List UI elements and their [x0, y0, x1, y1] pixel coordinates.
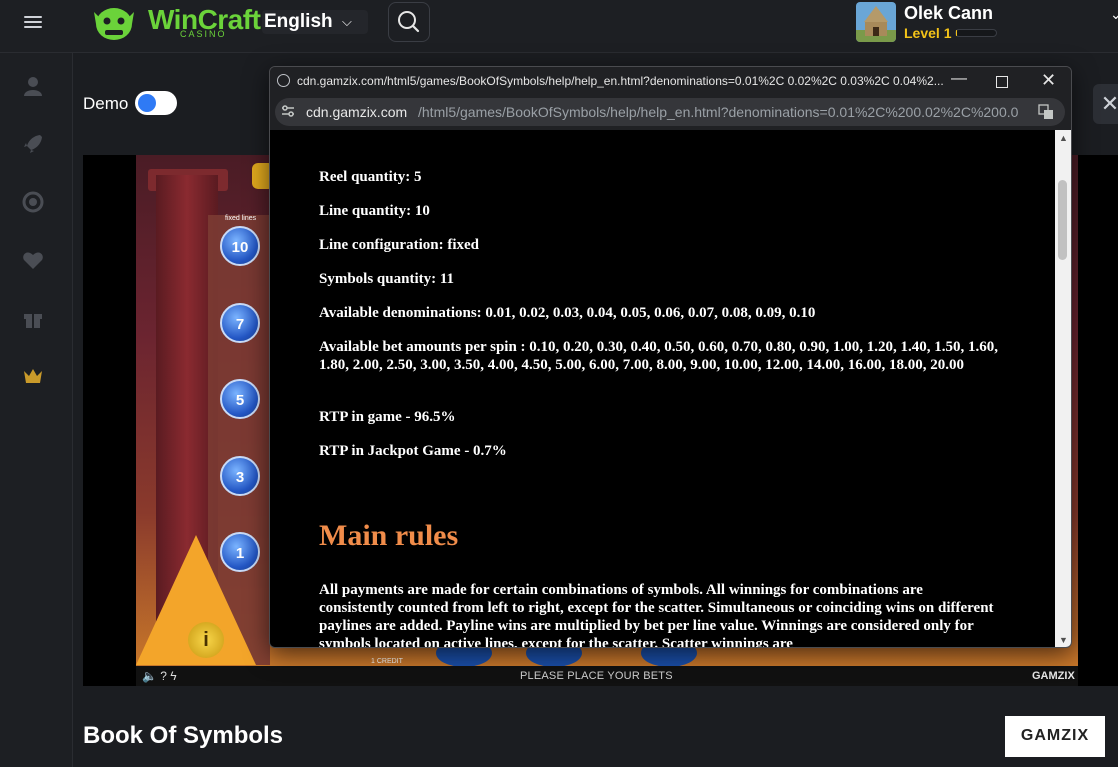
- available-denominations: Available denominations: 0.01, 0.02, 0.0…: [319, 305, 816, 321]
- help-popup-window: cdn.gamzix.com/html5/games/BookOfSymbols…: [269, 66, 1072, 648]
- close-game-button[interactable]: ✕: [1093, 84, 1118, 124]
- globe-icon: [277, 74, 290, 87]
- temple-avatar-icon: [856, 2, 896, 42]
- demo-label: Demo: [83, 94, 129, 113]
- credit-label: 1 CREDIT: [371, 658, 403, 665]
- minimize-button[interactable]: —: [951, 70, 967, 88]
- line-quantity: Line quantity: 10: [319, 203, 430, 219]
- level-progress-fill: [956, 30, 957, 36]
- provider-name: GAMZIX: [1020, 727, 1090, 744]
- globe-icon[interactable]: [22, 191, 44, 213]
- goblin-mascot-icon: [94, 8, 134, 40]
- reel-quantity: Reel quantity: 5: [319, 169, 422, 185]
- rocket-icon[interactable]: [22, 133, 44, 155]
- gift-icon[interactable]: [22, 307, 44, 329]
- address-bar[interactable]: cdn.gamzix.com /html5/games/BookOfSymbol…: [275, 98, 1065, 126]
- user-name[interactable]: Olek Cann: [904, 3, 993, 24]
- line-badge: 7: [220, 303, 260, 343]
- demo-toggle[interactable]: [135, 91, 177, 115]
- main-rules-text: All payments are made for certain combin…: [319, 582, 994, 647]
- game-status-bar: 🔈 ? ϟ PLEASE PLACE YOUR BETS GAMZIX: [136, 666, 1078, 686]
- site-settings-icon[interactable]: [281, 104, 295, 118]
- available-bet-amounts: Available bet amounts per spin : 0.10, 0…: [319, 339, 999, 373]
- user-level: Level 1: [904, 25, 952, 41]
- crown-icon[interactable]: [22, 365, 44, 387]
- sidebar: [0, 53, 73, 767]
- window-close-button[interactable]: ✕: [1041, 70, 1056, 91]
- search-icon: [398, 11, 420, 33]
- menu-icon[interactable]: [24, 13, 42, 31]
- status-brand: GAMZIX: [1032, 670, 1075, 682]
- main-rules-heading: Main rules: [319, 519, 459, 552]
- status-message: PLEASE PLACE YOUR BETS: [520, 670, 673, 682]
- chevron-down-icon: ⌵: [342, 14, 352, 29]
- maximize-button[interactable]: [996, 76, 1008, 88]
- address-path: /html5/games/BookOfSymbols/help/help_en.…: [418, 104, 1018, 120]
- toggle-knob: [138, 94, 156, 112]
- scrollbar-thumb[interactable]: [1058, 180, 1067, 260]
- translate-icon[interactable]: [1038, 104, 1054, 120]
- scroll-down-arrow-icon[interactable]: ▼: [1059, 635, 1068, 645]
- window-titlebar[interactable]: cdn.gamzix.com/html5/games/BookOfSymbols…: [270, 67, 1071, 96]
- provider-logo[interactable]: GAMZIX: [1005, 716, 1105, 757]
- game-title: Book Of Symbols: [83, 722, 284, 749]
- info-button[interactable]: i: [188, 622, 224, 658]
- page-scrollbar[interactable]: ▲ ▼: [1055, 130, 1071, 647]
- chevron-down-icon[interactable]: ⌄: [1110, 6, 1118, 23]
- avatar[interactable]: [856, 2, 896, 42]
- sound-help-turbo-icons[interactable]: 🔈 ? ϟ: [142, 669, 177, 683]
- user-icon[interactable]: [22, 75, 44, 97]
- heart-icon[interactable]: [22, 249, 44, 271]
- line-configuration: Line configuration: fixed: [319, 237, 479, 253]
- rtp-jackpot-game: RTP in Jackpot Game - 0.7%: [319, 443, 507, 459]
- fixed-lines-label: fixed lines: [225, 215, 257, 222]
- line-badge: 5: [220, 379, 260, 419]
- level-progress-bar: [955, 29, 997, 37]
- line-badge: 3: [220, 456, 260, 496]
- logo-subtitle: CASINO: [180, 29, 227, 39]
- address-host: cdn.gamzix.com: [306, 104, 408, 120]
- language-selector[interactable]: English ⌵: [262, 10, 368, 34]
- search-button[interactable]: [388, 2, 430, 42]
- window-title: cdn.gamzix.com/html5/games/BookOfSymbols…: [297, 74, 944, 88]
- wincraft-logo[interactable]: WinCraft CASINO: [92, 2, 262, 42]
- rtp-in-game: RTP in game - 96.5%: [319, 409, 456, 425]
- line-badge: 10: [220, 226, 260, 266]
- language-label: English: [264, 11, 333, 32]
- top-header: WinCraft CASINO English ⌵ Olek Cann Leve…: [0, 0, 1118, 53]
- scroll-up-arrow-icon[interactable]: ▲: [1059, 133, 1068, 143]
- help-page[interactable]: Reel quantity: 5 Line quantity: 10 Line …: [270, 130, 1055, 647]
- symbols-quantity: Symbols quantity: 11: [319, 271, 455, 287]
